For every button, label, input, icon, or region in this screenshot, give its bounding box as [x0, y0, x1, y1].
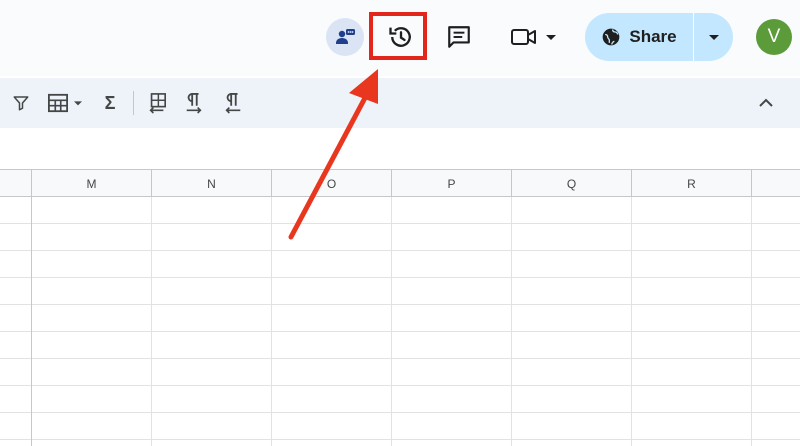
rtl-icon: [225, 93, 241, 114]
share-label: Share: [629, 27, 677, 46]
grid-row: [0, 440, 800, 446]
presence-button[interactable]: [326, 18, 364, 56]
toolbar: Σ: [0, 78, 800, 128]
grid-row: [0, 224, 800, 251]
grid-row: [0, 197, 800, 224]
filter-button[interactable]: [10, 90, 32, 116]
functions-button[interactable]: Σ: [98, 90, 122, 116]
column-header-next[interactable]: [752, 170, 800, 197]
grid-row: [0, 386, 800, 413]
filter-icon: [13, 96, 29, 111]
grid-row: [0, 305, 800, 332]
column-header-q[interactable]: Q: [512, 170, 632, 197]
globe-icon: [603, 28, 620, 46]
share-dropdown-button[interactable]: [694, 13, 733, 61]
caret-down-icon: [708, 35, 719, 40]
column-header-o[interactable]: O: [272, 170, 392, 197]
table-icon: [47, 93, 68, 113]
comments-button[interactable]: [438, 16, 480, 58]
grid-row: [0, 413, 800, 440]
ltr-icon: [186, 93, 202, 114]
top-header: Share V: [0, 0, 800, 76]
account-avatar[interactable]: V: [756, 19, 792, 55]
share-button[interactable]: Share: [585, 13, 693, 61]
caret-down-icon: [546, 35, 556, 40]
toolbar-divider: [133, 91, 134, 115]
collapse-toolbar-button[interactable]: [755, 90, 777, 116]
grid-row: [0, 359, 800, 386]
cell-grid[interactable]: [0, 197, 800, 446]
sigma-icon: Σ: [104, 92, 116, 113]
grid-column-line: [151, 197, 152, 446]
column-header-n[interactable]: N: [152, 170, 272, 197]
formula-bar[interactable]: [0, 128, 800, 169]
meet-button[interactable]: [503, 16, 565, 58]
collapse-chevron-icon: [759, 98, 773, 107]
table-button[interactable]: [44, 90, 86, 116]
version-history-icon: [389, 27, 411, 47]
row-header-corner[interactable]: [0, 170, 32, 197]
freeze-icon: [149, 93, 166, 114]
person-chat-icon: [336, 29, 355, 44]
grid-column-line: [511, 197, 512, 446]
version-history-button[interactable]: [380, 16, 422, 58]
grid-row: [0, 332, 800, 359]
column-header-m[interactable]: M: [32, 170, 152, 197]
comment-icon: [448, 26, 470, 48]
ltr-button[interactable]: [182, 90, 206, 116]
row-header-divider: [31, 197, 32, 446]
column-header-r[interactable]: R: [632, 170, 752, 197]
video-camera-icon: [511, 29, 536, 45]
column-header-p[interactable]: P: [392, 170, 512, 197]
caret-down-icon: [73, 101, 82, 106]
grid-row: [0, 278, 800, 305]
share-group: Share: [585, 13, 733, 61]
column-header-row: M N O P Q R: [0, 169, 800, 197]
grid-column-line: [271, 197, 272, 446]
grid-row: [0, 251, 800, 278]
grid-column-line: [391, 197, 392, 446]
grid-column-line: [631, 197, 632, 446]
freeze-button[interactable]: [145, 90, 169, 116]
grid-column-line: [751, 197, 752, 446]
rtl-button[interactable]: [221, 90, 245, 116]
